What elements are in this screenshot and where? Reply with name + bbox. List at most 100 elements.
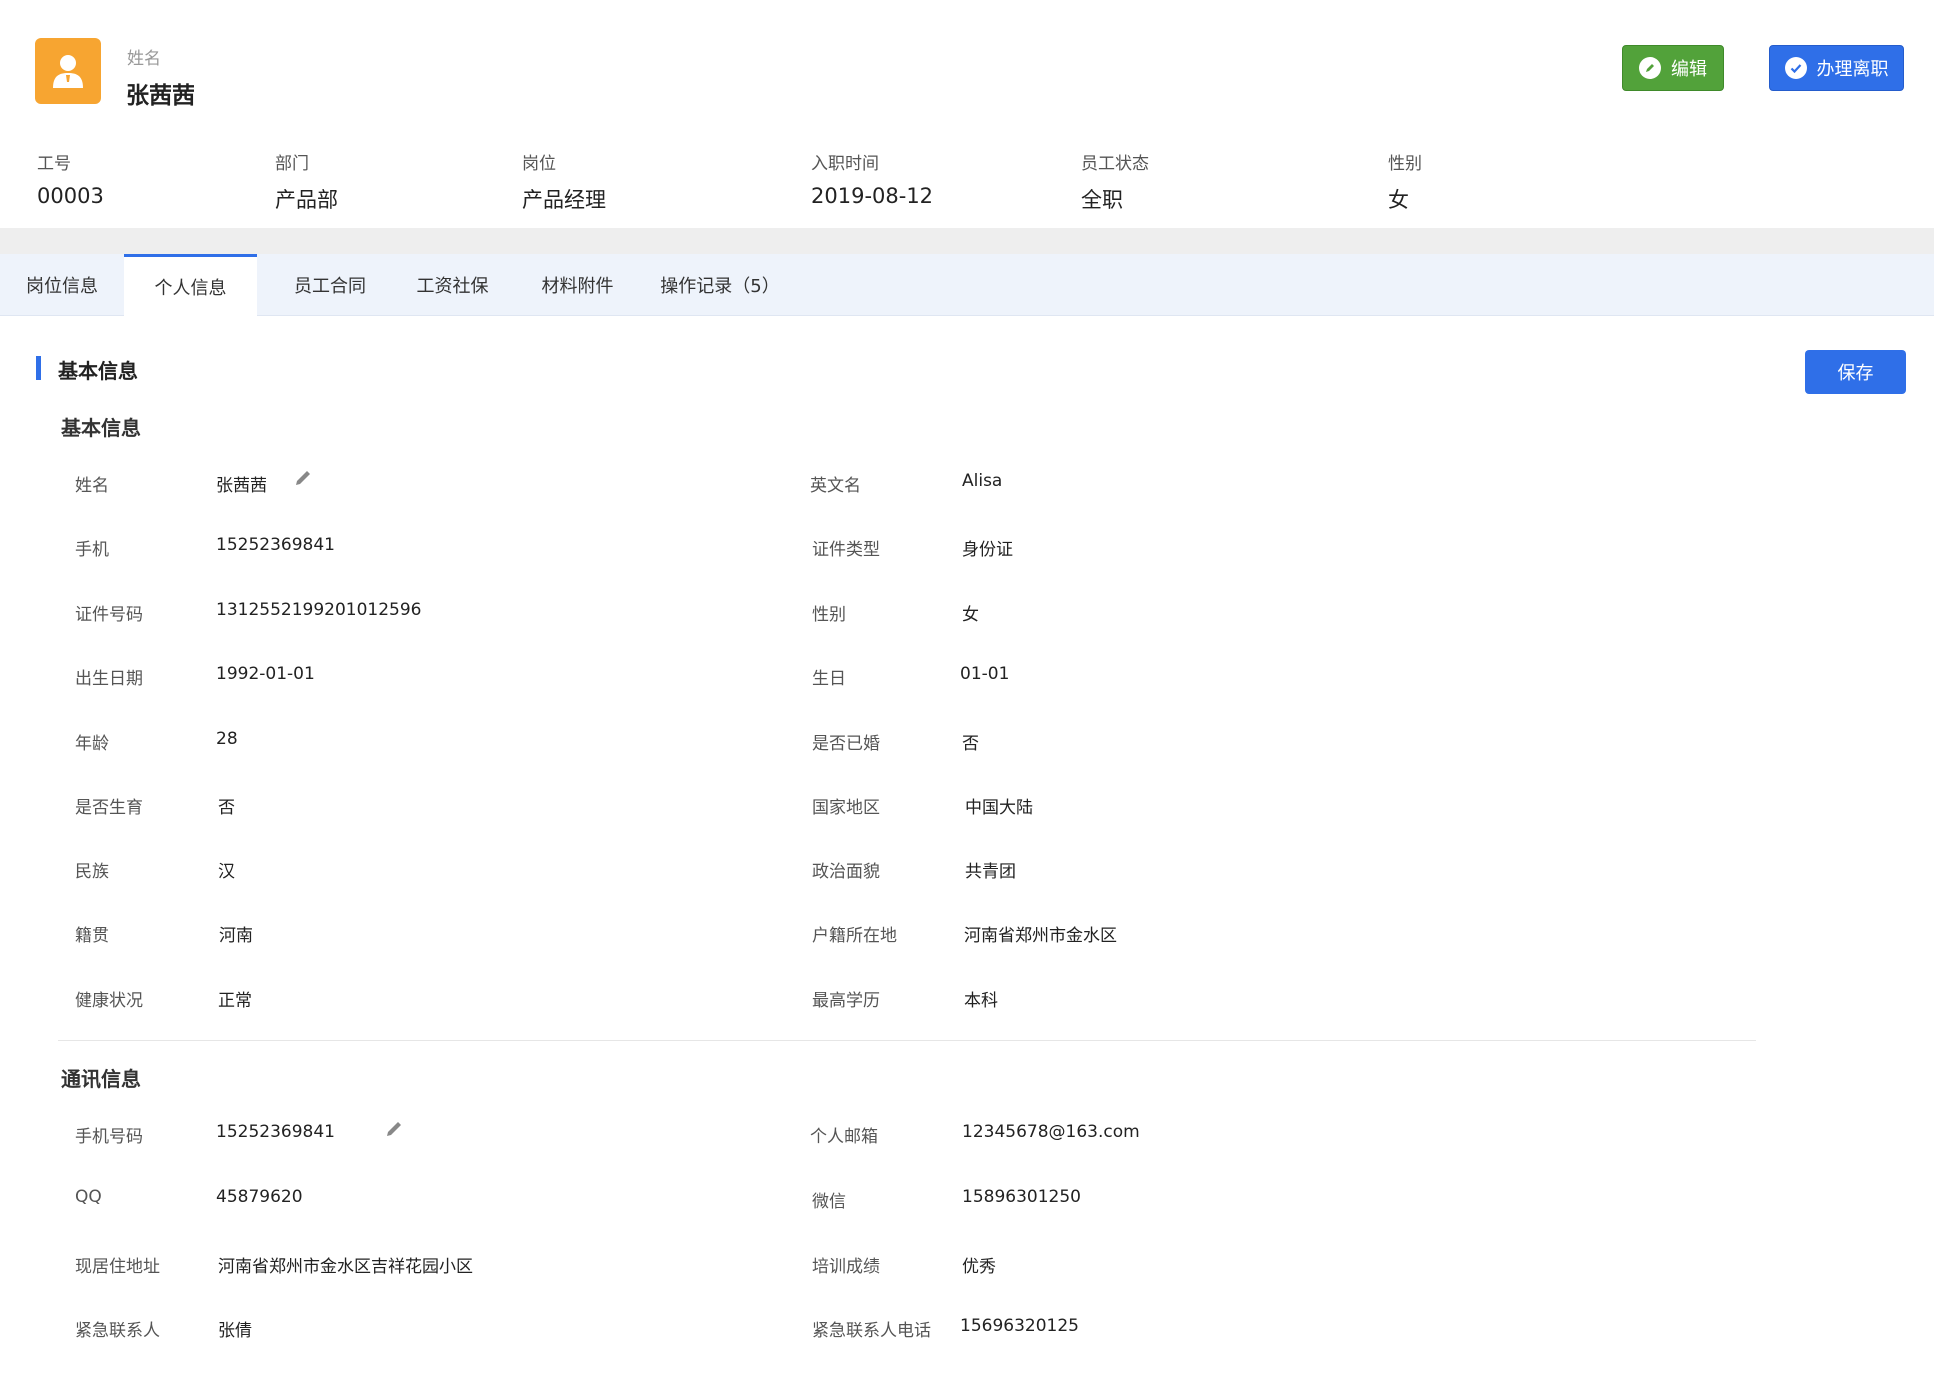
field-value: 共青团 bbox=[965, 862, 1016, 882]
check-circle-icon bbox=[1784, 57, 1807, 79]
summary-value: 产品经理 bbox=[522, 188, 606, 212]
field-label: 手机号码 bbox=[75, 1127, 143, 1147]
summary-status: 员工状态 全职 bbox=[1081, 149, 1149, 214]
field-value: 身份证 bbox=[962, 540, 1013, 560]
field-row: 姓名 张茜茜 英文名 Alisa bbox=[0, 471, 1934, 501]
section-accent-bar bbox=[36, 356, 41, 380]
field-label: 户籍所在地 bbox=[812, 926, 897, 946]
field-row: 籍贯 河南 户籍所在地 河南省郑州市金水区 bbox=[0, 921, 1934, 951]
summary-label: 部门 bbox=[275, 154, 309, 174]
field-value: 中国大陆 bbox=[965, 798, 1033, 818]
section-title: 基本信息 bbox=[58, 359, 138, 383]
field-label: 现居住地址 bbox=[75, 1257, 160, 1277]
summary-label: 性别 bbox=[1388, 154, 1422, 174]
summary-value: 女 bbox=[1388, 188, 1409, 212]
field-value: 45879620 bbox=[216, 1187, 303, 1207]
field-value: 张茜茜 bbox=[216, 476, 267, 496]
field-value: 15696320125 bbox=[960, 1316, 1079, 1336]
field-row: 手机 15252369841 证件类型 身份证 bbox=[0, 535, 1934, 565]
name-label: 姓名 bbox=[127, 49, 161, 69]
summary-employee-id: 工号 00003 bbox=[37, 149, 104, 208]
field-label: 年龄 bbox=[75, 734, 109, 754]
field-value: 汉 bbox=[218, 862, 235, 882]
tab-operation-log[interactable]: 操作记录（5） bbox=[650, 254, 790, 316]
contact-info-title: 通讯信息 bbox=[61, 1067, 141, 1091]
summary-value: 全职 bbox=[1081, 188, 1123, 212]
summary-label: 工号 bbox=[37, 154, 71, 174]
field-value: 12345678@163.com bbox=[962, 1122, 1140, 1142]
field-label: 证件类型 bbox=[812, 540, 880, 560]
tab-contract[interactable]: 员工合同 bbox=[270, 254, 390, 316]
field-label: 英文名 bbox=[810, 476, 861, 496]
field-label: 微信 bbox=[812, 1192, 846, 1212]
summary-hire-date: 入职时间 2019-08-12 bbox=[811, 149, 933, 208]
field-value: 河南省郑州市金水区 bbox=[964, 926, 1117, 946]
field-value: 15896301250 bbox=[962, 1187, 1081, 1207]
tab-salary-insurance[interactable]: 工资社保 bbox=[395, 254, 510, 316]
field-row: QQ 45879620 微信 15896301250 bbox=[0, 1187, 1934, 1217]
field-value: 28 bbox=[216, 729, 238, 749]
summary-label: 入职时间 bbox=[811, 154, 879, 174]
field-value: 女 bbox=[962, 605, 979, 625]
basic-info-title: 基本信息 bbox=[61, 416, 141, 440]
field-value: 张倩 bbox=[218, 1321, 252, 1341]
field-label: 性别 bbox=[812, 605, 846, 625]
field-label: 证件号码 bbox=[75, 605, 143, 625]
field-label: 紧急联系人 bbox=[75, 1321, 160, 1341]
field-row: 民族 汉 政治面貌 共青团 bbox=[0, 857, 1934, 887]
pencil-circle-icon bbox=[1639, 57, 1661, 79]
edit-button-label: 编辑 bbox=[1671, 59, 1707, 80]
field-row: 是否生育 否 国家地区 中国大陆 bbox=[0, 793, 1934, 823]
field-label: 紧急联系人电话 bbox=[812, 1321, 931, 1341]
field-label: 民族 bbox=[75, 862, 109, 882]
field-value: 优秀 bbox=[962, 1257, 996, 1277]
field-label: 是否生育 bbox=[75, 798, 143, 818]
pencil-icon[interactable] bbox=[292, 467, 314, 489]
save-button[interactable]: 保存 bbox=[1805, 350, 1906, 394]
tab-position-info[interactable]: 岗位信息 bbox=[0, 254, 124, 316]
resign-button[interactable]: 办理离职 bbox=[1769, 45, 1904, 91]
field-row: 年龄 28 是否已婚 否 bbox=[0, 729, 1934, 759]
field-value: 15252369841 bbox=[216, 1122, 335, 1142]
pencil-icon[interactable] bbox=[383, 1118, 405, 1140]
field-label: 最高学历 bbox=[812, 991, 880, 1011]
field-value: 否 bbox=[962, 734, 979, 754]
field-label: 国家地区 bbox=[812, 798, 880, 818]
field-label: 培训成绩 bbox=[812, 1257, 880, 1277]
section-separator bbox=[0, 228, 1934, 254]
edit-button[interactable]: 编辑 bbox=[1622, 45, 1724, 91]
field-value: 1992-01-01 bbox=[216, 664, 315, 684]
avatar bbox=[35, 38, 101, 104]
field-label: 个人邮箱 bbox=[810, 1127, 878, 1147]
field-label: 健康状况 bbox=[75, 991, 143, 1011]
field-label: 出生日期 bbox=[75, 669, 143, 689]
field-label: 政治面貌 bbox=[812, 862, 880, 882]
field-label: QQ bbox=[75, 1187, 102, 1207]
field-row: 出生日期 1992-01-01 生日 01-01 bbox=[0, 664, 1934, 694]
field-row: 健康状况 正常 最高学历 本科 bbox=[0, 986, 1934, 1016]
field-label: 姓名 bbox=[75, 476, 109, 496]
field-value: 否 bbox=[218, 798, 235, 818]
user-badge-icon bbox=[53, 55, 83, 88]
summary-label: 员工状态 bbox=[1081, 154, 1149, 174]
resign-button-label: 办理离职 bbox=[1816, 59, 1889, 80]
tab-personal-info[interactable]: 个人信息 bbox=[124, 254, 257, 317]
field-value: 河南省郑州市金水区吉祥花园小区 bbox=[218, 1257, 473, 1277]
field-label: 生日 bbox=[812, 669, 846, 689]
summary-value: 00003 bbox=[37, 184, 104, 208]
summary-gender: 性别 女 bbox=[1388, 149, 1422, 214]
field-value: 正常 bbox=[218, 991, 252, 1011]
field-label: 是否已婚 bbox=[812, 734, 880, 754]
summary-department: 部门 产品部 bbox=[275, 149, 338, 214]
field-value: 01-01 bbox=[960, 664, 1010, 684]
summary-value: 2019-08-12 bbox=[811, 184, 934, 208]
field-row: 手机号码 15252369841 个人邮箱 12345678@163.com bbox=[0, 1122, 1934, 1152]
field-label: 手机 bbox=[75, 540, 109, 560]
field-row: 证件号码 1312552199201012596 性别 女 bbox=[0, 600, 1934, 630]
field-row: 现居住地址 河南省郑州市金水区吉祥花园小区 培训成绩 优秀 bbox=[0, 1252, 1934, 1282]
field-label: 籍贯 bbox=[75, 926, 109, 946]
tab-attachments[interactable]: 材料附件 bbox=[520, 254, 635, 316]
summary-value: 产品部 bbox=[275, 188, 338, 212]
field-row: 紧急联系人 张倩 紧急联系人电话 15696320125 bbox=[0, 1316, 1934, 1346]
summary-position: 岗位 产品经理 bbox=[522, 149, 606, 214]
